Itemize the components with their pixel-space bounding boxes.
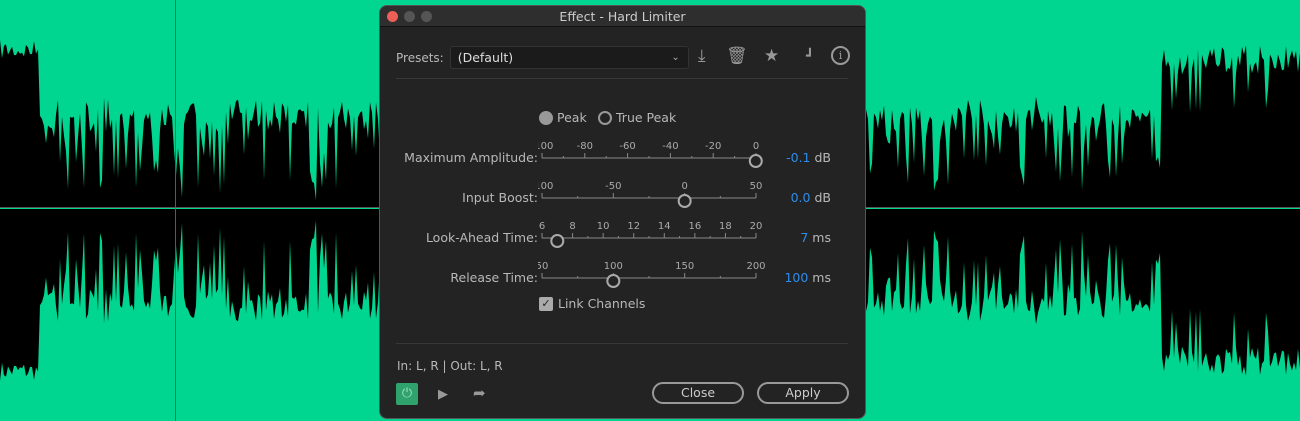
close-window-button[interactable]	[387, 11, 398, 22]
star-icon[interactable]: ★	[764, 46, 779, 66]
radio-label: True Peak	[616, 110, 677, 125]
tick-label: 100	[604, 261, 623, 272]
param-value[interactable]: 7 ms	[800, 230, 831, 245]
hard-limiter-dialog: Effect - Hard Limiter Presets: (Default)…	[379, 5, 866, 419]
chevron-down-icon: ⌄	[671, 52, 680, 63]
param-label: Release Time:	[450, 270, 538, 285]
routing-icon[interactable]: ┛	[806, 49, 814, 64]
radio-label: Peak	[557, 110, 587, 125]
radio-unselected-icon	[598, 110, 612, 125]
radio-true-peak[interactable]: True Peak	[598, 110, 676, 125]
link-channels-checkbox[interactable]: ✓ Link Channels	[539, 296, 645, 311]
param-row: Input Boost: 0.0 dB -100 -50 0 50	[380, 176, 865, 216]
link-channels-label: Link Channels	[558, 296, 646, 311]
checkmark-icon: ✓	[539, 296, 553, 311]
playhead[interactable]	[175, 0, 176, 421]
param-slider[interactable]: -100 -50 0 50	[538, 176, 768, 216]
slider-thumb[interactable]	[606, 274, 621, 288]
tick-label: 50	[750, 181, 763, 192]
param-label: Look-Ahead Time:	[425, 230, 538, 245]
tick-label: 20	[750, 221, 763, 232]
param-value[interactable]: -0.1 dB	[786, 150, 831, 165]
title-bar[interactable]: Effect - Hard Limiter	[380, 6, 865, 27]
tick-label: 150	[675, 261, 694, 272]
param-slider[interactable]: -100 -80 -60 -40 -20 0	[538, 136, 768, 176]
tick-label: 8	[569, 221, 575, 232]
tick-label: 16	[688, 221, 701, 232]
param-row: Maximum Amplitude: -0.1 dB-100-80-60-40-…	[380, 136, 865, 176]
tick-label: -100	[538, 141, 553, 152]
power-icon[interactable]: ⏻	[396, 383, 418, 405]
param-value[interactable]: 100 ms	[784, 270, 831, 285]
minimize-window-button[interactable]	[404, 11, 415, 22]
param-slider[interactable]: 6 8 10 12 14 16 18 20	[538, 216, 768, 256]
zoom-window-button[interactable]	[421, 11, 432, 22]
tick-label: -50	[605, 181, 621, 192]
tick-label: 18	[719, 221, 732, 232]
presets-label: Presets:	[396, 50, 444, 65]
play-icon[interactable]: ▶	[438, 387, 448, 402]
apply-button[interactable]: Apply	[757, 382, 849, 404]
param-slider[interactable]: 50 100 150 200	[538, 256, 768, 296]
tick-label: 0	[681, 181, 687, 192]
trash-icon[interactable]: 🗑	[726, 46, 748, 66]
divider	[396, 78, 848, 79]
tick-label: 14	[658, 221, 671, 232]
tick-label: 200	[746, 261, 765, 272]
presets-dropdown[interactable]: (Default) ⌄	[449, 46, 689, 69]
tick-label: -20	[705, 141, 721, 152]
slider-thumb[interactable]	[748, 154, 763, 168]
tick-label: 0	[753, 141, 759, 152]
slider-thumb[interactable]	[550, 234, 565, 248]
export-icon[interactable]: ➦	[473, 384, 486, 402]
param-label: Input Boost:	[462, 190, 538, 205]
divider	[396, 343, 848, 344]
tick-label: 6	[539, 221, 545, 232]
dialog-title: Effect - Hard Limiter	[559, 9, 686, 24]
tick-label: 12	[627, 221, 640, 232]
tick-label: 50	[538, 261, 548, 272]
param-value[interactable]: 0.0 dB	[791, 190, 831, 205]
info-icon[interactable]: i	[831, 46, 850, 65]
slider-thumb[interactable]	[677, 194, 692, 208]
tick-label: 10	[597, 221, 610, 232]
save-preset-icon[interactable]: ⤓	[698, 46, 706, 66]
close-button[interactable]: Close	[652, 382, 744, 404]
tick-label: -100	[538, 181, 553, 192]
param-row: Look-Ahead Time: 7 ms 6 8 10 12 14 16 18 20	[380, 216, 865, 256]
param-row: Release Time: 100 ms 50 100 150 200	[380, 256, 865, 296]
io-routing-text: In: L, R | Out: L, R	[397, 359, 503, 373]
tick-label: -40	[662, 141, 678, 152]
param-label: Maximum Amplitude:	[404, 150, 538, 165]
radio-peak[interactable]: Peak	[539, 110, 587, 125]
preset-value: (Default)	[457, 50, 514, 65]
radio-selected-icon	[539, 110, 553, 125]
tick-label: -60	[619, 141, 635, 152]
tick-label: -80	[577, 141, 593, 152]
